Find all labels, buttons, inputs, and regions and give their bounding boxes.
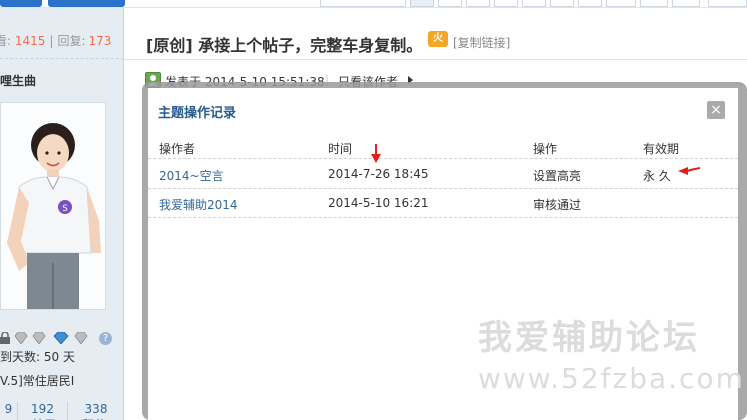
views-count: 1415 [14,34,46,48]
fire-icon: 火 [428,31,448,47]
table-row: 2014~空言 2014-7-26 18:45 设置高亮 永 久 [148,160,738,189]
user-stats: 9 192 帖子 338 积分 [0,402,124,420]
avatar-illustration: S [1,103,105,309]
operation-log-dialog: 主题操作记录 × 操作者 时间 操作 有效期 2014~空言 2014-7-26… [148,88,743,420]
pagination-page[interactable] [640,0,668,7]
stat-value: 338 [84,402,108,416]
diamond-blue-medal-icon[interactable] [53,332,69,344]
pagination-page[interactable] [550,0,574,7]
annotation-arrow-left-icon [678,167,701,175]
pagination-page[interactable] [494,0,518,7]
close-icon[interactable]: × [707,101,725,119]
operation-time: 2014-7-26 18:45 [328,167,429,181]
operator-link[interactable]: 2014~空言 [159,167,224,184]
table-header: 操作者 时间 操作 有效期 [148,133,738,159]
watermark-url: www.52fzba.com [478,362,745,395]
stat-cell[interactable]: 9 [0,402,18,420]
header-operator: 操作者 [159,142,196,156]
medal-bar: ? [0,332,122,348]
pagination-page[interactable] [606,0,636,7]
annotation-arrow-down-icon [371,144,381,163]
lock-medal-icon[interactable] [0,332,12,344]
header-action: 操作 [533,142,558,156]
user-group[interactable]: V.5]常住居民I [0,372,74,389]
table-row: 我爱辅助2014 2014-5-10 16:21 审核通过 [148,189,738,218]
stat-cell-points[interactable]: 338 积分 [68,402,124,420]
pagination-page[interactable] [672,0,700,7]
pagination-page[interactable] [466,0,490,7]
watermark-title: 我爱辅助论坛 [478,318,700,358]
pagination-next[interactable] [708,0,747,7]
medal-help-icon[interactable]: ? [99,332,112,345]
dialog-title: 主题操作记录 [158,106,237,121]
replies-label: 回复: [57,34,86,48]
svg-text:S: S [62,204,68,214]
top-button-left[interactable] [0,0,42,7]
operation-time: 2014-5-10 16:21 [328,196,429,210]
stat-separator: | [49,34,54,48]
stat-value: 192 [31,402,54,416]
operation-action: 审核通过 [533,198,582,212]
pagination-current[interactable] [410,0,434,7]
thread-stats: 看: 1415 | 回复: 173 [0,32,111,49]
operation-validity: 永 久 [643,169,671,183]
stat-label: 积分 [82,416,106,420]
avatar[interactable]: S [0,102,106,310]
stat-label: 帖子 [32,416,56,420]
thread-title: [原创] 承接上个帖子，完整车身复制。 [146,36,423,55]
top-button-reply[interactable] [48,0,125,7]
stat-cell-posts[interactable]: 192 帖子 [18,402,68,420]
user-sidebar: 看: 1415 | 回复: 173 哩生曲 S ? 到天数: 50 天 V.5]… [0,8,124,420]
replies-count: 173 [88,34,112,48]
signin-days: 到天数: 50 天 [0,350,75,364]
stat-value: 9 [4,402,13,416]
diamond-medal-icon[interactable] [32,332,46,344]
diamond-medal-icon[interactable] [14,332,28,344]
pagination-page[interactable] [578,0,602,7]
pagination-box[interactable] [320,0,406,7]
operation-action: 设置高亮 [533,169,582,183]
title-divider [124,59,747,60]
top-toolbar [0,0,747,8]
operator-link[interactable]: 我爱辅助2014 [159,196,238,213]
sidebar-divider [0,58,124,59]
header-validity: 有效期 [643,142,680,156]
pagination-page[interactable] [438,0,462,7]
author-username[interactable]: 哩生曲 [0,72,36,89]
copy-link-button[interactable]: [复制链接] [453,34,510,51]
diamond-medal-icon[interactable] [74,332,88,344]
header-time: 时间 [328,142,353,156]
views-label: 看 [0,34,8,48]
pagination-page[interactable] [522,0,546,7]
